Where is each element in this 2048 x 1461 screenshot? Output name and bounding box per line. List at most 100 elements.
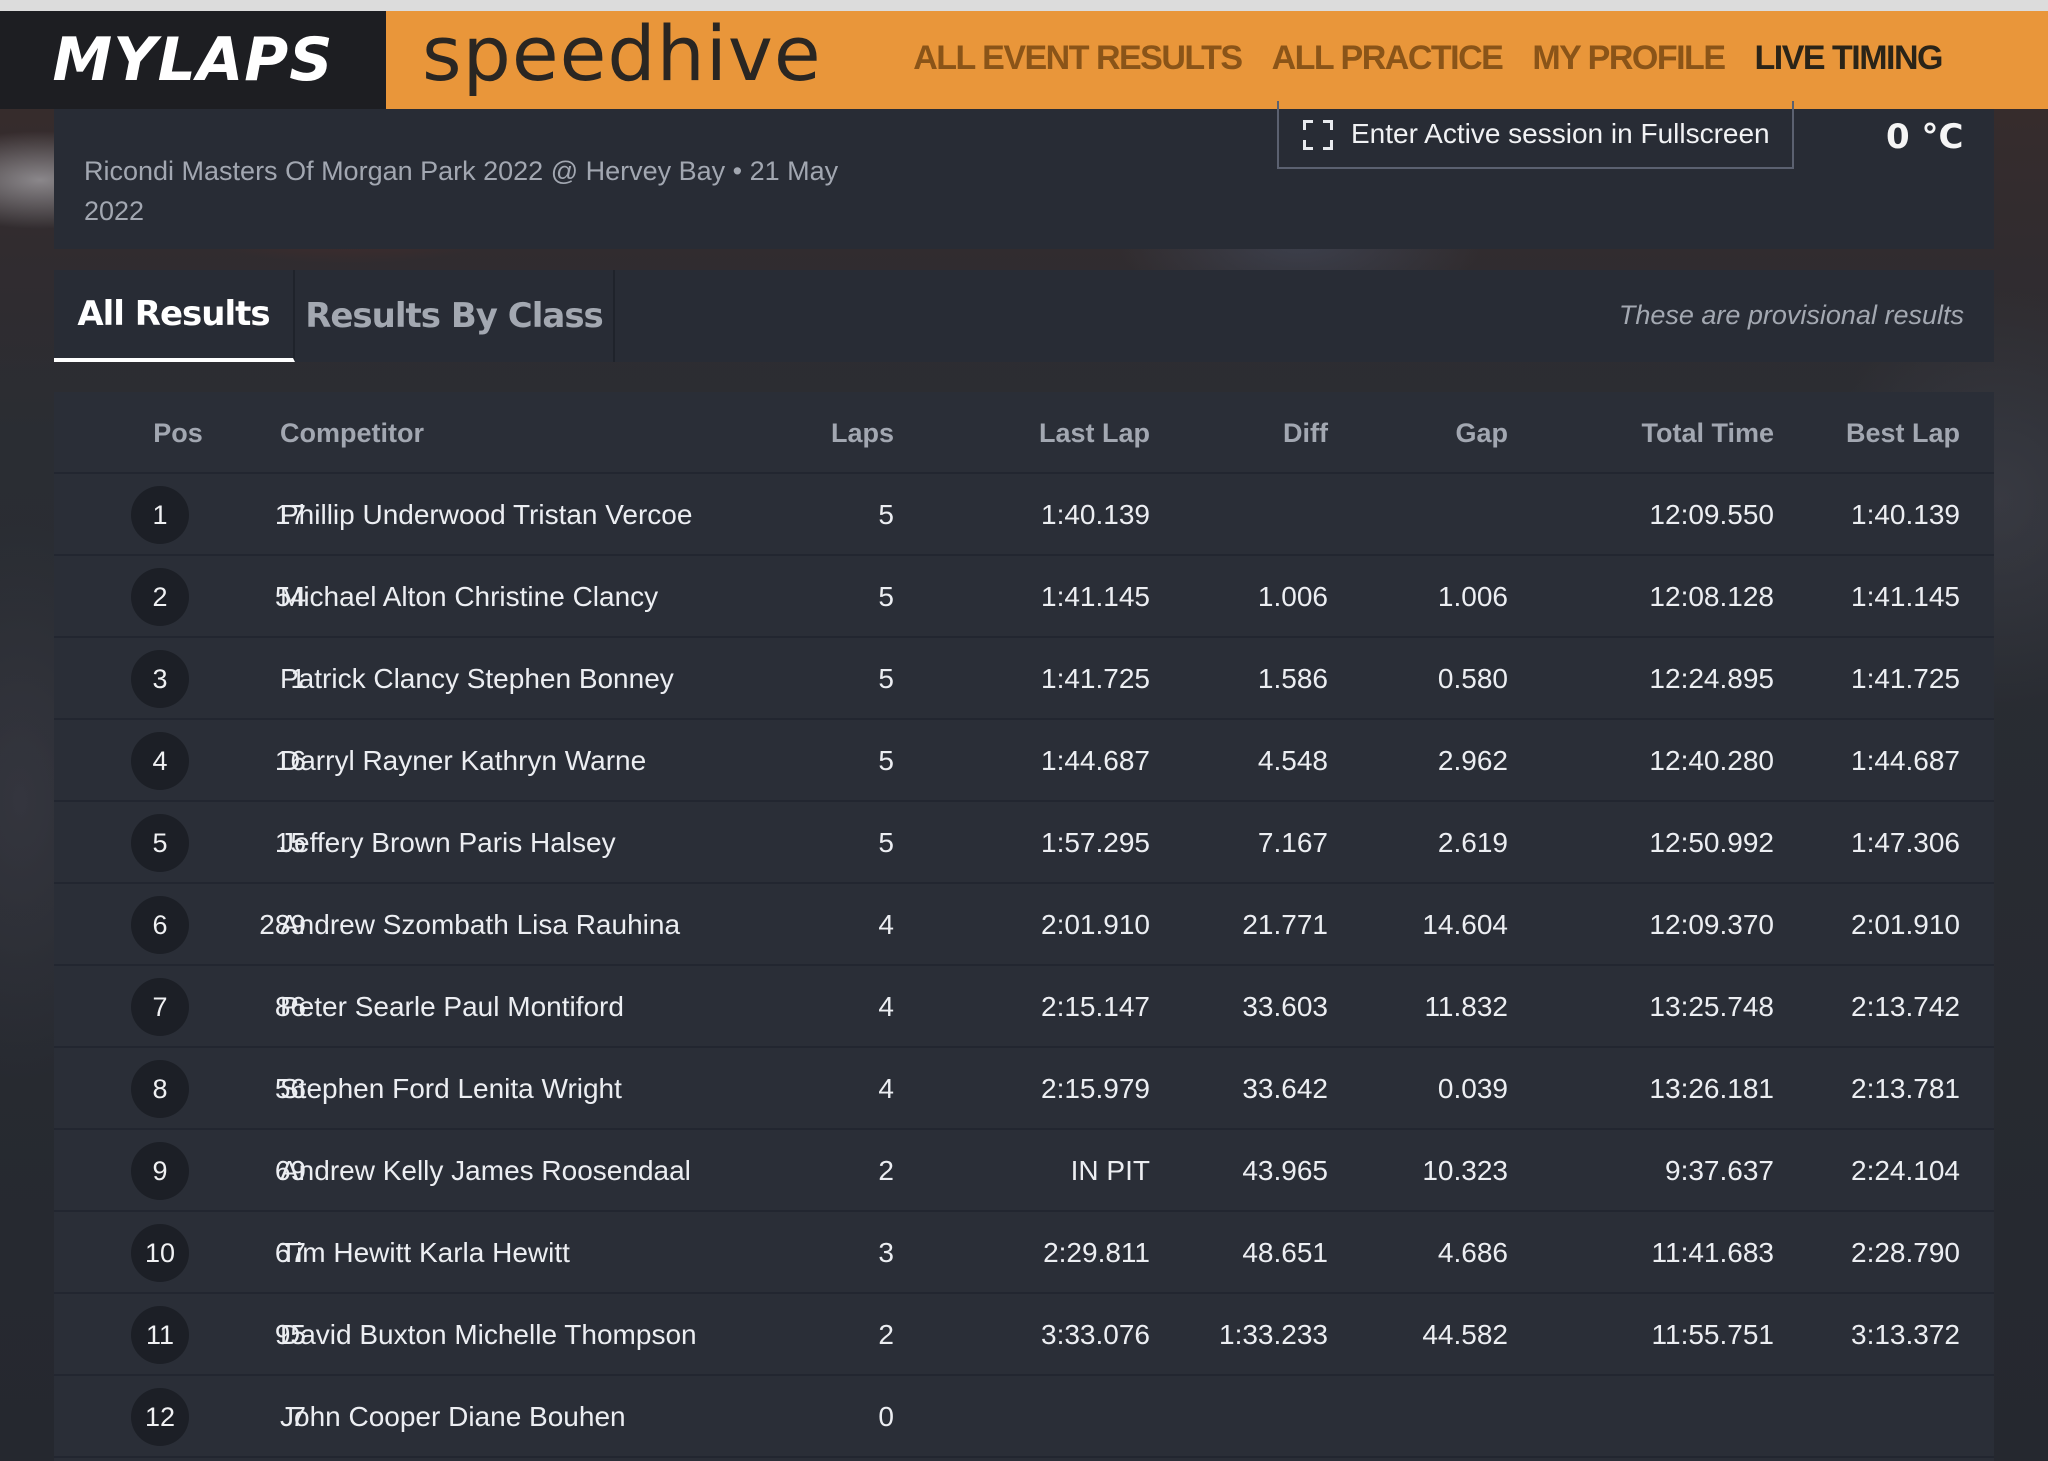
position-badge: 2 — [131, 568, 189, 626]
browser-strip — [0, 0, 2048, 11]
col-competitor[interactable]: Competitor — [280, 392, 840, 474]
col-laps[interactable]: Laps — [774, 392, 894, 474]
gap-value: 0.039 — [1437, 1073, 1508, 1104]
last-lap-value: 1:57.295 — [1041, 827, 1150, 858]
competitor-name[interactable]: Patrick Clancy Stephen Bonney — [280, 638, 840, 720]
competitor-name[interactable]: Andrew Szombath Lisa Rauhina — [280, 884, 840, 966]
table-row[interactable]: 10 67 Tim Hewitt Karla Hewitt 3 2:29.811 48.6… — [54, 1212, 1994, 1294]
competitor-name[interactable]: Tim Hewitt Karla Hewitt — [280, 1212, 840, 1294]
best-lap-value: 1:41.725 — [1851, 663, 1960, 694]
fullscreen-button[interactable]: Enter Active session in Fullscreen — [1277, 101, 1794, 169]
nav-my-profile[interactable]: MY PROFILE — [1532, 39, 1726, 78]
best-lap-value: 2:24.104 — [1851, 1155, 1960, 1186]
best-lap-value: 2:28.790 — [1851, 1237, 1960, 1268]
total-time-value: 12:09.550 — [1649, 499, 1774, 530]
laps-value: 0 — [878, 1401, 894, 1432]
col-diff[interactable]: Diff — [1164, 392, 1328, 474]
position-badge: 9 — [131, 1142, 189, 1200]
col-pos[interactable]: Pos — [130, 392, 226, 474]
last-lap-value: 2:15.147 — [1041, 991, 1150, 1022]
results-table: Pos Competitor Laps Last Lap Diff Gap To… — [54, 392, 1994, 1461]
diff-value: 7.167 — [1257, 827, 1328, 858]
col-total-time[interactable]: Total Time — [1514, 392, 1774, 474]
table-header: Pos Competitor Laps Last Lap Diff Gap To… — [54, 392, 1994, 474]
total-time-value: 11:41.683 — [1651, 1237, 1775, 1268]
table-row[interactable]: 7 86 Peter Searle Paul Montiford 4 2:15.147 3… — [54, 966, 1994, 1048]
mylaps-logo[interactable]: MYLAPS — [0, 11, 386, 109]
speedhive-brand[interactable]: speedhive — [422, 9, 822, 98]
position-badge: 4 — [131, 732, 189, 790]
competitor-name[interactable]: Peter Searle Paul Montiford — [280, 966, 840, 1048]
best-lap-value: 1:41.145 — [1851, 581, 1960, 612]
col-last-lap[interactable]: Last Lap — [954, 392, 1150, 474]
competitor-name[interactable]: Stephen Ford Lenita Wright — [280, 1048, 840, 1130]
position-badge: 12 — [131, 1388, 189, 1446]
table-row[interactable]: 4 16 Darryl Rayner Kathryn Warne 5 1:44.687 4… — [54, 720, 1994, 802]
total-time-value: 13:26.181 — [1649, 1073, 1774, 1104]
best-lap-value: 3:13.372 — [1851, 1319, 1960, 1350]
total-time-value: 12:09.370 — [1649, 909, 1774, 940]
competitor-name[interactable]: Michael Alton Christine Clancy — [280, 556, 840, 638]
position-badge: 5 — [131, 814, 189, 872]
best-lap-value: 2:13.781 — [1851, 1073, 1960, 1104]
position-badge: 3 — [131, 650, 189, 708]
position-badge: 1 — [131, 486, 189, 544]
last-lap-value: 2:01.910 — [1041, 909, 1150, 940]
position-badge: 8 — [131, 1060, 189, 1118]
competitor-name[interactable]: John Cooper Diane Bouhen — [280, 1376, 840, 1458]
total-time-value: 12:24.895 — [1649, 663, 1774, 694]
last-lap-value: 1:41.725 — [1041, 663, 1150, 694]
table-row[interactable]: 2 54 Michael Alton Christine Clancy 5 1:41.1… — [54, 556, 1994, 638]
competitor-name[interactable]: David Buxton Michelle Thompson — [280, 1294, 840, 1376]
total-time-value: 13:25.748 — [1649, 991, 1774, 1022]
table-body: 1 1 7 Phillip Underwood Tristan Vercoe 5 1:40… — [54, 474, 1994, 1458]
best-lap-value: 2:01.910 — [1851, 909, 1960, 940]
col-best-lap[interactable]: Best Lap — [1754, 392, 1960, 474]
gap-value: 0.580 — [1437, 663, 1508, 694]
laps-value: 3 — [878, 1237, 894, 1268]
nav-all-event-results[interactable]: ALL EVENT RESULTS — [913, 39, 1243, 78]
last-lap-value — [954, 1376, 1150, 1458]
gap-value: 14.604 — [1422, 909, 1508, 940]
table-row[interactable]: 9 69 Andrew Kelly James Roosendaal 2 IN PIT 4… — [54, 1130, 1994, 1212]
diff-value: 1:33.233 — [1219, 1319, 1328, 1350]
nav-all-practice[interactable]: ALL PRACTICE — [1272, 39, 1504, 78]
diff-value: 33.642 — [1242, 1073, 1328, 1104]
competitor-name[interactable]: Jeffery Brown Paris Halsey — [280, 802, 840, 884]
position-badge: 6 — [131, 896, 189, 954]
nav-live-timing[interactable]: LIVE TIMING — [1755, 39, 1944, 78]
laps-value: 5 — [878, 745, 894, 776]
diff-value: 43.965 — [1242, 1155, 1328, 1186]
provisional-note: These are provisional results — [1618, 300, 1964, 330]
best-lap-value: 2:13.742 — [1851, 991, 1960, 1022]
fullscreen-label: Enter Active session in Fullscreen — [1351, 118, 1770, 149]
total-time-value — [1514, 1376, 1774, 1458]
table-row[interactable]: 3 1 Patrick Clancy Stephen Bonney 5 1:41.725… — [54, 638, 1994, 720]
table-row[interactable]: 5 15 Jeffery Brown Paris Halsey 5 1:57.295 7.… — [54, 802, 1994, 884]
total-time-value: 12:40.280 — [1649, 745, 1774, 776]
competitor-name[interactable]: Darryl Rayner Kathryn Warne — [280, 720, 840, 802]
table-row[interactable]: 6 289 Andrew Szombath Lisa Rauhina 4 2:01.91… — [54, 884, 1994, 966]
gap-value: 44.582 — [1422, 1319, 1508, 1350]
table-row[interactable]: 11 95 David Buxton Michelle Thompson 2 3:33.… — [54, 1294, 1994, 1376]
diff-value — [1164, 1376, 1328, 1458]
laps-value: 4 — [878, 1073, 894, 1104]
table-row[interactable]: 12 7 John Cooper Diane Bouhen 0 — [54, 1376, 1994, 1458]
last-lap-value: 1:40.139 — [1041, 499, 1150, 530]
laps-value: 2 — [878, 1319, 894, 1350]
col-gap[interactable]: Gap — [1344, 392, 1508, 474]
fullscreen-icon — [1303, 120, 1333, 150]
best-lap-value: 1:40.139 — [1851, 499, 1960, 530]
competitor-name[interactable]: Andrew Kelly James Roosendaal — [280, 1130, 840, 1212]
gap-value — [1344, 1376, 1508, 1458]
table-row[interactable]: 8 56 Stephen Ford Lenita Wright 4 2:15.979 33… — [54, 1048, 1994, 1130]
diff-value: 21.771 — [1242, 909, 1328, 940]
laps-value: 5 — [878, 827, 894, 858]
table-row[interactable]: 1 17 Phillip Underwood Tristan Vercoe 5 1:40… — [54, 474, 1994, 556]
laps-value: 5 — [878, 581, 894, 612]
competitor-name[interactable]: Phillip Underwood Tristan Vercoe — [280, 474, 840, 556]
tab-results-by-class[interactable]: Results By Class — [295, 270, 615, 362]
tab-all-results[interactable]: All Results — [54, 270, 295, 362]
laps-value: 5 — [878, 663, 894, 694]
temperature-readout: 0 °C — [1886, 117, 1964, 157]
